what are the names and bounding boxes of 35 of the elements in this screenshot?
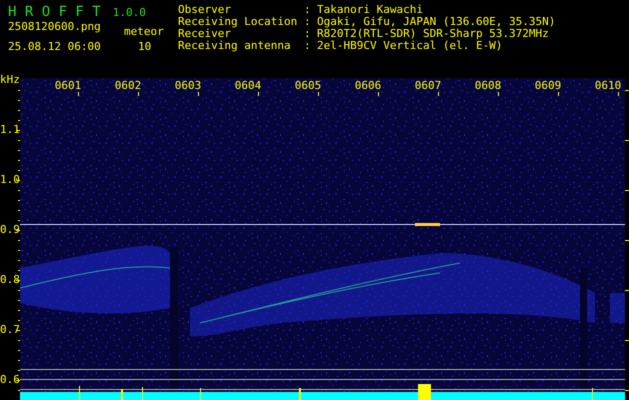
axis-label: 0.9 [0, 224, 20, 236]
time-label: 0603 [174, 80, 202, 92]
time-label: 0601 [54, 80, 82, 92]
time-label: 0610 [594, 80, 622, 92]
axis-label: 1.1 [0, 124, 20, 136]
field-label: Receiving Location [178, 16, 298, 28]
version-label: 1.0.0 [112, 5, 146, 21]
time-label: 0609 [534, 80, 562, 92]
field-value: Ogaki, Gifu, JAPAN (136.60E, 35.35N) [317, 16, 556, 28]
field-value: Takanori Kawachi [317, 4, 423, 16]
separator: : [304, 28, 312, 40]
field-value: 2el-HB9CV Vertical (el. E-W) [317, 40, 502, 52]
separator: : [304, 40, 312, 52]
field-value: R820T2(RTL-SDR) SDR-Sharp 53.372MHz [317, 28, 549, 40]
field-label: Receiving antenna [178, 40, 292, 52]
axis-label: 0.6 [0, 374, 20, 386]
date-time: 25.08.12 06:00 [8, 40, 101, 53]
time-label: 0604 [234, 80, 262, 92]
file-name: 2508120600.png [8, 20, 101, 33]
meteor-count: 10 [138, 40, 152, 53]
field-label: Receiver [178, 28, 231, 40]
meteor-label: meteor [124, 25, 164, 38]
separator: : [304, 4, 312, 16]
app-title: H R O F F T [8, 3, 101, 21]
time-label: 0607 [414, 80, 442, 92]
unit-label: kHz [0, 74, 20, 86]
time-label: 0608 [474, 80, 502, 92]
separator: : [304, 16, 312, 28]
axis-label: 0.8 [0, 274, 20, 286]
axis-label: 0.7 [0, 324, 20, 336]
time-label: 0606 [354, 80, 382, 92]
field-label: Observer [178, 4, 232, 16]
time-label: 0602 [114, 80, 142, 92]
time-label: 0605 [294, 80, 322, 92]
axis-label: 1.0 [0, 174, 20, 186]
